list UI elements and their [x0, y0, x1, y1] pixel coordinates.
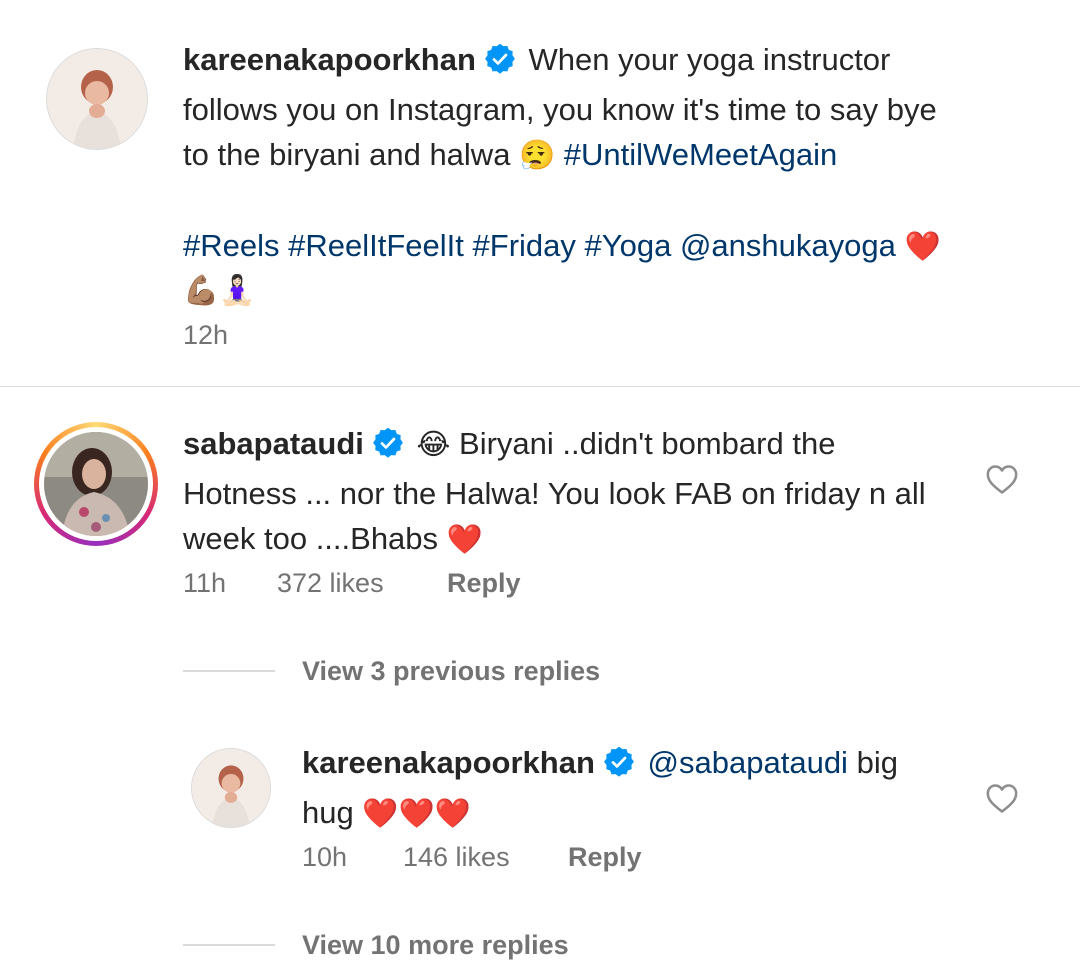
laughing-emoji: 😂 — [416, 427, 451, 461]
comment1-line-3: week too ....Bhabs ❤️ — [183, 516, 963, 562]
comment1-line-3-text: week too ....Bhabs — [183, 521, 439, 556]
view-more-replies[interactable]: View 10 more replies — [302, 930, 569, 961]
reply1-line-2: hug ❤️❤️❤️ — [302, 790, 962, 836]
mention-sabapataudi[interactable]: @sabapataudi — [648, 745, 848, 780]
reply1-line-1-text: big — [856, 745, 898, 780]
hashtag-yoga[interactable]: #Yoga — [585, 228, 672, 263]
reply1-line-1: kareenakapoorkhan @sabapataudi big — [302, 740, 962, 790]
comment1-line-1-text: Biryani ..didn't bombard the — [459, 426, 836, 461]
comment1-reply-button[interactable]: Reply — [447, 568, 521, 599]
hearts-emoji: ❤️❤️❤️ — [362, 796, 471, 830]
comment1-likes[interactable]: 372 likes — [277, 568, 384, 599]
comment1-text: sabapataudi 😂 Biryani ..didn't bombard t… — [183, 421, 963, 562]
comment1-line-2: Hotness ... nor the Halwa! You look FAB … — [183, 476, 926, 511]
story-ring[interactable] — [34, 422, 158, 546]
caption-username[interactable]: kareenakapoorkhan — [183, 42, 476, 77]
heart-outline-icon[interactable] — [985, 782, 1019, 819]
comment1-username[interactable]: sabapataudi — [183, 426, 364, 461]
comment1-line-1: sabapataudi 😂 Biryani ..didn't bombard t… — [183, 421, 963, 471]
verified-badge-icon — [603, 745, 635, 790]
hashtag-untilwemeetagain[interactable]: #UntilWeMeetAgain — [564, 137, 837, 172]
view-previous-line — [183, 670, 275, 672]
mention-anshukayoga[interactable]: @anshukayoga — [680, 228, 896, 263]
heart-outline-icon[interactable] — [985, 463, 1019, 500]
verified-badge-icon — [372, 426, 404, 471]
caption-divider — [0, 386, 1080, 387]
reply1-timestamp: 10h — [302, 842, 348, 872]
view-more-line — [183, 944, 275, 946]
comment1-avatar — [44, 432, 148, 536]
caption-avatar[interactable] — [46, 48, 148, 150]
avatar-image — [192, 749, 270, 827]
heart-emoji: ❤️ — [904, 229, 941, 263]
caption-line-1: kareenakapoorkhan When your yoga instruc… — [183, 37, 1043, 87]
avatar-image — [44, 432, 148, 536]
reply1-text: kareenakapoorkhan @sabapataudi big hug ❤… — [302, 740, 962, 836]
heart-emoji: ❤️ — [446, 522, 483, 556]
caption-line-1-text: When your yoga instructor — [528, 42, 891, 77]
exhale-emoji: 😮‍💨 — [519, 138, 556, 172]
caption-emoji-line: 💪🏽🧘🏻‍♀️ — [183, 273, 256, 307]
hashtag-friday[interactable]: #Friday — [473, 228, 576, 263]
verified-badge-icon — [484, 42, 516, 87]
caption-text: kareenakapoorkhan When your yoga instruc… — [183, 37, 1043, 311]
caption-timestamp: 12h — [183, 320, 229, 350]
view-previous-replies[interactable]: View 3 previous replies — [302, 656, 600, 687]
caption-line-3-text: to the biryani and halwa — [183, 137, 511, 172]
caption-line-2: follows you on Instagram, you know it's … — [183, 92, 937, 127]
avatar-image — [47, 49, 147, 149]
caption-line-3: to the biryani and halwa 😮‍💨 #UntilWeMee… — [183, 132, 1043, 178]
reply1-avatar[interactable] — [191, 748, 271, 828]
hashtag-reelitfeelit[interactable]: #ReelItFeelIt — [288, 228, 464, 263]
reply1-username[interactable]: kareenakapoorkhan — [302, 745, 595, 780]
reply1-line-2-text: hug — [302, 795, 354, 830]
reply1-likes[interactable]: 146 likes — [403, 842, 510, 873]
caption-tags-line: #Reels #ReelItFeelIt #Friday #Yoga @ansh… — [183, 223, 1043, 269]
reply1-reply-button[interactable]: Reply — [568, 842, 642, 873]
comment1-timestamp: 11h — [183, 568, 227, 598]
hashtag-reels[interactable]: #Reels — [183, 228, 280, 263]
